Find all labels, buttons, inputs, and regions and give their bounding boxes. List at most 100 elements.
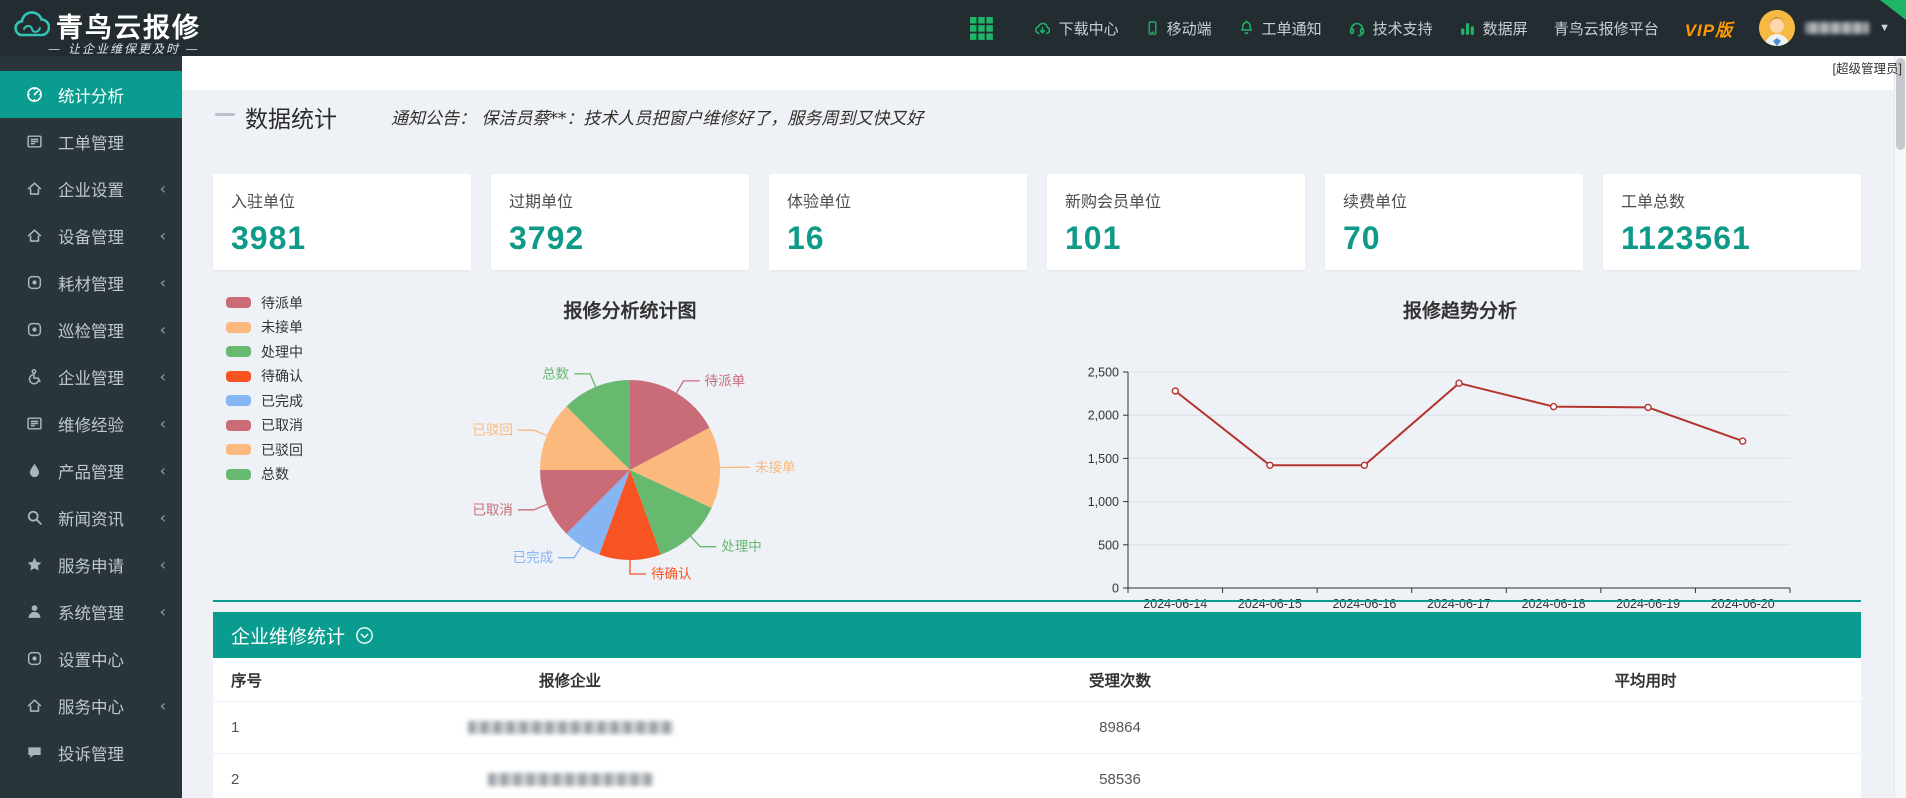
sidebar-item-workorders[interactable]: 工单管理 [0,118,182,165]
nav-mobile[interactable]: 移动端 [1145,18,1212,39]
legend-item[interactable]: 总数 [226,466,303,483]
nav-item-label: 工单通知 [1262,18,1322,39]
stat-card-expired-units[interactable]: 过期单位 3792 [491,174,749,270]
apps-grid-button[interactable] [970,17,993,40]
sidebar-item-consumables[interactable]: 耗材管理 ‹ [0,259,182,306]
legend-item[interactable]: 已驳回 [226,441,303,458]
stat-card-settled-units[interactable]: 入驻单位 3981 [213,174,471,270]
nav-download-center[interactable]: 下载中心 [1033,18,1119,39]
sidebar-item-label: 设备管理 [58,224,124,248]
svg-text:已完成: 已完成 [513,550,554,565]
nav-item-label: 下载中心 [1059,18,1119,39]
legend-item[interactable]: 待确认 [226,368,303,385]
legend-item[interactable]: 处理中 [226,343,303,360]
cell-company [330,721,810,734]
legend-swatch [226,322,251,333]
vip-badge[interactable]: VIP版 [1685,16,1733,41]
caret-down-icon: ▼ [1879,22,1890,34]
legend-swatch [226,444,251,455]
top-navbar: 青鸟云报修 — 让企业维保更及时 — [0,0,1906,56]
sidebar-item-inspection[interactable]: 巡检管理 ‹ [0,306,182,353]
nav-item-label: 数据屏 [1483,18,1528,39]
stat-value: 16 [787,220,1009,257]
svg-text:待确认: 待确认 [651,567,692,582]
box-icon [26,321,46,338]
user-icon [26,603,46,620]
cell-no: 1 [213,719,330,736]
legend-swatch [226,371,251,382]
chevron-left-icon: ‹ [160,273,166,292]
sidebar-item-device-management[interactable]: 设备管理 ‹ [0,212,182,259]
stat-card-renewal-units[interactable]: 续费单位 70 [1325,174,1583,270]
sidebar-item-label: 新闻资讯 [58,506,124,530]
legend-label: 待派单 [261,293,303,313]
stat-card-total-workorders[interactable]: 工单总数 1123561 [1603,174,1861,270]
user-menu[interactable]: ▼ [1759,10,1890,46]
line-chart[interactable]: 05001,0001,5002,0002,5002024-06-142024-0… [1080,288,1840,628]
sidebar-item-settings-center[interactable]: 设置中心 [0,635,182,682]
legend-item[interactable]: 未接单 [226,319,303,336]
svg-text:1,000: 1,000 [1088,495,1119,509]
legend-item[interactable]: 已完成 [226,392,303,409]
stat-card-trial-units[interactable]: 体验单位 16 [769,174,1027,270]
section-title: 企业维修统计 [231,622,345,649]
sidebar-item-label: 企业管理 [58,365,124,389]
wheelchair-icon [26,368,46,385]
legend-swatch [226,420,251,431]
svg-text:0: 0 [1112,582,1119,596]
legend-item[interactable]: 待派单 [226,294,303,311]
chevron-left-icon: ‹ [160,226,166,245]
sidebar-item-service-application[interactable]: 服务申请 ‹ [0,541,182,588]
nav-workorder-notice[interactable]: 工单通知 [1238,18,1322,39]
content-top-strip [182,56,1906,90]
app-logo[interactable]: 青鸟云报修 — 让企业维保更及时 — [12,4,272,54]
sidebar-item-repair-experience[interactable]: 维修经验 ‹ [0,400,182,447]
nav-item-label: 技术支持 [1373,18,1433,39]
pie-chart[interactable]: 待派单未接单处理中待确认已完成已取消已驳回总数 [380,290,880,610]
nav-data-screen[interactable]: 数据屏 [1459,18,1528,39]
stat-card-new-member-units[interactable]: 新购会员单位 101 [1047,174,1305,270]
cell-no: 2 [213,771,330,788]
box-icon [26,650,46,667]
repair-stats-table: 序号 报修企业 受理次数 平均用时 1 89864 2 58536 [213,658,1861,798]
sidebar-item-enterprise-settings[interactable]: 企业设置 ‹ [0,165,182,212]
stat-value: 3792 [509,220,731,257]
gauge-icon [26,86,46,103]
sidebar-item-system-management[interactable]: 系统管理 ‹ [0,588,182,635]
col-header-avg-time: 平均用时 [1430,669,1861,691]
sidebar-item-enterprise-management[interactable]: 企业管理 ‹ [0,353,182,400]
svg-text:2,000: 2,000 [1088,409,1119,423]
vertical-scrollbar[interactable] [1894,56,1906,798]
sidebar-item-product-management[interactable]: 产品管理 ‹ [0,447,182,494]
home-icon [26,697,46,714]
sidebar-item-news[interactable]: 新闻资讯 ‹ [0,494,182,541]
list-icon [26,133,46,150]
sidebar-item-service-center[interactable]: 服务中心 ‹ [0,682,182,729]
legend-label: 已取消 [261,415,303,435]
corner-ribbon [1880,0,1906,20]
sidebar-item-statistics[interactable]: 统计分析 [0,71,182,118]
nav-platform-link[interactable]: 青鸟云报修平台 [1554,18,1659,39]
chevron-left-icon: ‹ [160,602,166,621]
svg-text:总数: 总数 [542,366,569,381]
table-row[interactable]: 2 58536 [213,754,1861,798]
stat-label: 工单总数 [1621,188,1843,212]
stat-label: 新购会员单位 [1065,188,1287,212]
sidebar-item-label: 投诉管理 [58,741,124,765]
page-header: 数据统计 通知公告： 保洁员蔡**：技术人员把窗户维修好了，服务周到又快又好 [213,98,1861,134]
stat-value: 70 [1343,220,1565,257]
sidebar-item-complaints[interactable]: 投诉管理 [0,729,182,776]
logo-tagline: — 让企业维保更及时 — [14,40,234,57]
sidebar-item-label: 设置中心 [58,647,124,671]
section-banner[interactable]: 企业维修统计 [213,612,1861,658]
title-dash [215,113,235,116]
nav-tech-support[interactable]: 技术支持 [1348,18,1433,39]
legend-item[interactable]: 已取消 [226,417,303,434]
stat-value: 3981 [231,220,453,257]
table-row[interactable]: 1 89864 [213,702,1861,754]
svg-text:1,500: 1,500 [1088,452,1119,466]
svg-text:2,500: 2,500 [1088,366,1119,380]
svg-text:已驳回: 已驳回 [472,423,513,438]
svg-text:500: 500 [1098,538,1119,552]
chevron-down-circle-icon[interactable] [355,626,374,645]
